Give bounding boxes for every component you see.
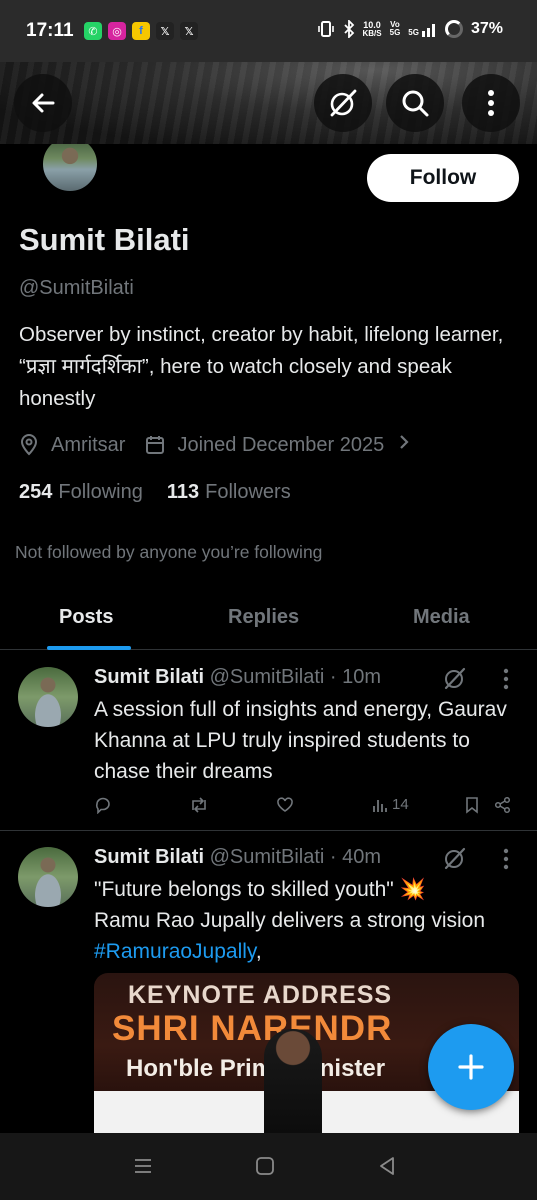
calendar-icon — [145, 434, 167, 456]
more-vertical-icon — [488, 90, 494, 116]
tab-posts[interactable]: Posts — [59, 606, 113, 629]
not-followed-note: Not followed by anyone you’re following — [15, 542, 323, 562]
followers-link[interactable]: 113 Followers — [167, 481, 291, 504]
image-speaker — [264, 1029, 322, 1135]
like-button[interactable] — [276, 796, 294, 814]
location-icon — [19, 434, 41, 456]
bookmark-icon — [466, 797, 478, 814]
grok-icon — [330, 89, 357, 117]
system-nav-bar — [0, 1133, 537, 1200]
profile-tabs: Posts Replies Media — [0, 590, 537, 650]
compose-button[interactable] — [428, 1024, 514, 1110]
image-text-name: SHRI NARENDR — [112, 1009, 393, 1048]
search-button[interactable] — [386, 74, 444, 132]
post-text: "Future belongs to skilled youth" 💥 Ramu… — [94, 878, 486, 963]
back-button[interactable] — [14, 74, 72, 132]
recents-icon[interactable] — [132, 1155, 154, 1177]
bookmark-button[interactable] — [464, 796, 480, 814]
x-icon: 𝕏 — [180, 22, 198, 40]
post-text: A session full of insights and energy, G… — [94, 698, 507, 783]
instagram-icon: ◎ — [108, 22, 126, 40]
profile-avatar[interactable] — [40, 144, 100, 194]
reply-button[interactable] — [94, 796, 112, 814]
post-actions: 14 — [94, 796, 519, 818]
post-item[interactable]: Sumit Bilati @SumitBilati · 10m A sessio… — [0, 651, 537, 831]
search-icon — [402, 90, 429, 117]
volte-indicator: Vo 5G — [389, 20, 401, 37]
arrow-left-icon — [32, 93, 55, 113]
following-link[interactable]: 254 Following — [19, 481, 143, 504]
post-avatar[interactable] — [18, 847, 78, 907]
x-icon: 𝕏 — [156, 22, 174, 40]
share-icon — [494, 796, 511, 814]
profile-meta: Amritsar Joined December 2025 — [19, 433, 410, 457]
image-text-title: Hon'ble Prime Minister — [126, 1055, 386, 1082]
plus-icon — [458, 1054, 484, 1080]
repost-button[interactable] — [189, 796, 209, 814]
profile-bio: Observer by instinct, creator by habit, … — [19, 323, 504, 410]
profile-joined: Joined December 2025 — [177, 433, 385, 456]
profile-banner — [0, 62, 537, 144]
grok-button[interactable] — [314, 74, 372, 132]
status-indicators: 10.0 KB/S Vo 5G 5G 37% — [317, 19, 503, 38]
views-button[interactable]: 14 — [372, 796, 409, 813]
network-speed: 10.0 KB/S — [362, 19, 382, 38]
post-more-icon[interactable] — [501, 847, 511, 871]
views-icon — [373, 799, 387, 812]
profile-handle: @SumitBilati — [19, 277, 134, 299]
profile-name: Sumit Bilati — [19, 222, 190, 257]
status-time: 17:11 — [26, 20, 74, 41]
vibrate-icon — [317, 21, 334, 37]
profile-counts: 254 Following 113 Followers — [19, 481, 291, 504]
back-nav-icon[interactable] — [376, 1155, 398, 1177]
grok-icon[interactable] — [442, 665, 468, 691]
post-header: Sumit Bilati @SumitBilati · 40m — [94, 846, 382, 868]
status-app-icons: ✆ ◎ f 𝕏 𝕏 — [84, 22, 198, 40]
whatsapp-icon: ✆ — [84, 22, 102, 40]
chevron-right-icon[interactable] — [398, 433, 410, 457]
active-tab-indicator — [47, 646, 131, 650]
grok-icon[interactable] — [442, 845, 468, 871]
signal-icon: 5G — [408, 21, 437, 37]
battery-percent: 37% — [470, 20, 503, 37]
post-avatar[interactable] — [18, 667, 78, 727]
follow-button[interactable]: Follow — [367, 154, 519, 202]
post-more-icon[interactable] — [501, 667, 511, 691]
repost-icon — [192, 797, 206, 813]
profile-location: Amritsar — [51, 433, 126, 456]
status-bar: 17:11 ✆ ◎ f 𝕏 𝕏 10.0 KB/S Vo 5G 5G 37% — [0, 0, 537, 62]
reply-icon — [95, 797, 110, 814]
tab-replies[interactable]: Replies — [228, 606, 299, 629]
post-header: Sumit Bilati @SumitBilati · 10m — [94, 666, 382, 688]
bluetooth-icon — [343, 20, 354, 38]
tab-media[interactable]: Media — [413, 606, 470, 629]
image-text-keynote: KEYNOTE ADDRESS — [128, 981, 393, 1009]
flipkart-icon: f — [132, 22, 150, 40]
battery-icon — [444, 20, 463, 38]
home-icon[interactable] — [254, 1155, 276, 1177]
more-options-button[interactable] — [462, 74, 520, 132]
heart-icon — [277, 797, 293, 812]
share-button[interactable] — [494, 796, 512, 814]
hashtag-link[interactable]: #RamuraoJupally — [94, 940, 256, 963]
